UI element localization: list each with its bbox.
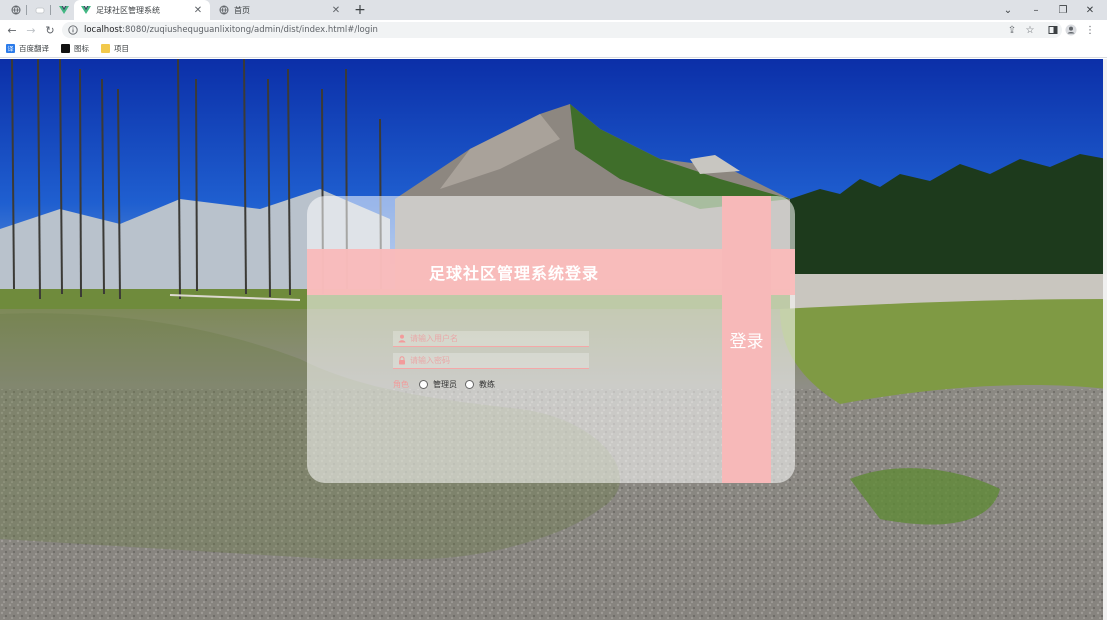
radio-circle[interactable] xyxy=(419,379,428,389)
login-title: 足球社区管理系统登录 xyxy=(428,264,599,283)
tab-pinned-1[interactable] xyxy=(4,0,24,20)
info-icon[interactable] xyxy=(68,25,78,35)
reload-button[interactable]: ↻ xyxy=(43,23,57,37)
page-viewport: 足球社区管理系统登录 角色 管理员 教练 登 xyxy=(0,59,1107,620)
tab-current[interactable]: 足球社区管理系统 ✕ xyxy=(74,0,210,20)
role-label: 角色 xyxy=(393,379,409,389)
browser-toolbar: ← → ↻ localhost:8080/zuqiushequguanlixit… xyxy=(0,20,1107,40)
icon-bookmark-icon xyxy=(61,44,70,53)
side-panel-icon[interactable] xyxy=(1046,23,1060,37)
new-tab-button[interactable]: + xyxy=(352,2,368,18)
login-card: 足球社区管理系统登录 角色 管理员 教练 登 xyxy=(307,196,795,483)
tab-pinned-3[interactable] xyxy=(52,0,72,20)
menu-kebab-icon[interactable]: ⋮ xyxy=(1083,23,1097,37)
tab-strip: 足球社区管理系统 ✕ 首页 ✕ + ⌄ – ❐ ✕ xyxy=(0,0,1107,20)
bookmark-label: 图标 xyxy=(74,44,89,53)
role-option-label: 管理员 xyxy=(433,379,457,389)
lock-icon xyxy=(397,356,407,366)
url-text: localhost:8080/zuqiushequguanlixitong/ad… xyxy=(84,25,378,35)
translate-icon: 译 xyxy=(6,44,15,53)
tab-title: 足球社区管理系统 xyxy=(96,5,160,15)
tab-pinned-2[interactable] xyxy=(28,0,48,20)
user-icon xyxy=(397,334,407,344)
bookmark-baidu-translate[interactable]: 译 百度翻译 xyxy=(6,43,49,54)
role-radio-coach[interactable]: 教练 xyxy=(465,379,495,390)
bookmark-label: 百度翻译 xyxy=(19,44,49,53)
globe-icon xyxy=(219,5,229,15)
vue-icon xyxy=(81,5,91,15)
username-field[interactable] xyxy=(393,331,589,347)
bookmarks-bar: 译 百度翻译 图标 项目 xyxy=(0,40,1107,58)
username-input[interactable] xyxy=(410,334,580,343)
bookmark-label: 项目 xyxy=(114,44,129,53)
vue-icon xyxy=(59,5,69,15)
back-button[interactable]: ← xyxy=(5,23,19,37)
role-option-label: 教练 xyxy=(479,379,495,389)
share-icon[interactable]: ⇪ xyxy=(1005,23,1019,37)
close-icon[interactable]: ✕ xyxy=(330,4,342,16)
star-icon[interactable]: ☆ xyxy=(1023,23,1037,37)
radio-circle[interactable] xyxy=(465,379,474,389)
cloud-icon xyxy=(35,5,45,15)
login-button-label: 登录 xyxy=(729,332,764,352)
password-input[interactable] xyxy=(410,356,580,365)
tab-search-button[interactable]: ⌄ xyxy=(995,0,1021,20)
address-bar[interactable]: localhost:8080/zuqiushequguanlixitong/ad… xyxy=(62,22,1062,38)
page-scrollbar[interactable] xyxy=(1103,59,1107,620)
maximize-button[interactable]: ❐ xyxy=(1050,0,1076,20)
window-close-button[interactable]: ✕ xyxy=(1077,0,1103,20)
login-button[interactable]: 登录 xyxy=(722,196,771,483)
tab-home[interactable]: 首页 ✕ xyxy=(212,0,348,20)
role-selector: 角色 管理员 教练 xyxy=(393,377,503,391)
minimize-button[interactable]: – xyxy=(1023,0,1049,20)
folder-icon xyxy=(101,44,110,53)
role-radio-admin[interactable]: 管理员 xyxy=(419,379,457,390)
password-field[interactable] xyxy=(393,353,589,369)
globe-icon xyxy=(11,5,21,15)
close-icon[interactable]: ✕ xyxy=(192,4,204,16)
forward-button[interactable]: → xyxy=(24,23,38,37)
bookmark-projects[interactable]: 项目 xyxy=(101,43,129,54)
bookmark-icons[interactable]: 图标 xyxy=(61,43,89,54)
profile-icon[interactable] xyxy=(1064,23,1078,37)
tab-title: 首页 xyxy=(234,5,250,15)
